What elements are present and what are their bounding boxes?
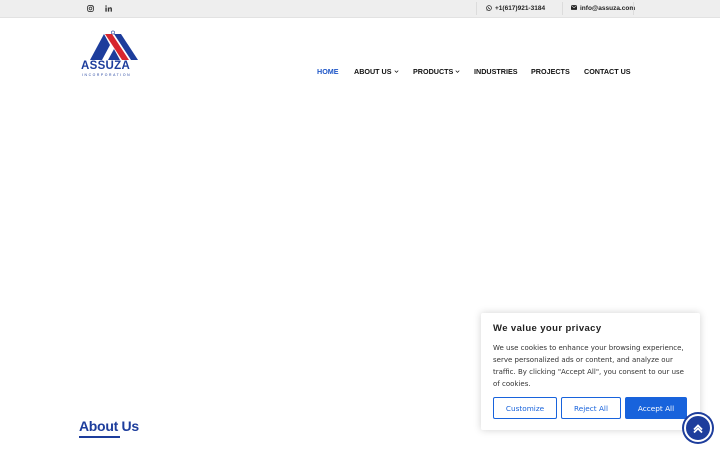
nav-label: CONTACT US bbox=[584, 67, 631, 76]
nav-item-contact-us[interactable]: CONTACT US bbox=[584, 67, 631, 76]
reject-all-button[interactable]: Reject All bbox=[561, 397, 621, 419]
divider bbox=[476, 2, 477, 15]
nav-item-home[interactable]: HOME bbox=[317, 67, 339, 76]
chevron-down-icon bbox=[455, 70, 460, 73]
logo-wordmark: ASSUZA bbox=[81, 60, 131, 72]
logo[interactable]: ASSUZA INCORPORATION bbox=[81, 30, 145, 80]
cookie-title: We value your privacy bbox=[493, 323, 602, 334]
chevron-down-icon bbox=[394, 70, 399, 73]
nav-item-products[interactable]: PRODUCTS bbox=[413, 67, 460, 76]
nav-item-industries[interactable]: INDUSTRIES bbox=[474, 67, 518, 76]
divider bbox=[633, 2, 634, 15]
nav-label: INDUSTRIES bbox=[474, 67, 518, 76]
nav-item-about-us[interactable]: ABOUT US bbox=[354, 67, 399, 76]
site-header: ASSUZA INCORPORATION HOME ABOUT US PRODU… bbox=[0, 18, 720, 90]
whatsapp-icon bbox=[486, 4, 492, 13]
nav-item-projects[interactable]: PROJECTS bbox=[531, 67, 570, 76]
nav-label: PROJECTS bbox=[531, 67, 570, 76]
social-links bbox=[86, 3, 112, 14]
top-bar: +1(617)921-3184 info@assuza.com bbox=[0, 0, 720, 18]
envelope-icon bbox=[571, 5, 577, 12]
cookie-message: We use cookies to enhance your browsing … bbox=[493, 344, 684, 388]
phone-contact[interactable]: +1(617)921-3184 bbox=[486, 0, 545, 17]
nav-label: PRODUCTS bbox=[413, 67, 454, 76]
accept-all-button[interactable]: Accept All bbox=[625, 397, 687, 419]
logo-subtitle: INCORPORATION bbox=[82, 73, 132, 77]
email-text: info@assuza.com bbox=[580, 5, 636, 12]
nav-label: HOME bbox=[317, 67, 339, 76]
divider bbox=[562, 2, 563, 15]
logo-mark bbox=[90, 30, 138, 60]
cookie-consent-banner: We value your privacy We use cookies to … bbox=[481, 313, 700, 430]
email-contact[interactable]: info@assuza.com bbox=[571, 0, 635, 17]
phone-text: +1(617)921-3184 bbox=[495, 5, 546, 12]
chevron-up-icon bbox=[693, 424, 703, 434]
nav-label: ABOUT US bbox=[354, 67, 392, 76]
linkedin-icon[interactable] bbox=[104, 3, 112, 14]
customize-button[interactable]: Customize bbox=[493, 397, 557, 419]
scroll-to-top-button[interactable] bbox=[684, 414, 712, 442]
instagram-icon[interactable] bbox=[86, 3, 94, 14]
heading-underline bbox=[79, 436, 120, 438]
about-heading: About Us bbox=[79, 418, 139, 434]
